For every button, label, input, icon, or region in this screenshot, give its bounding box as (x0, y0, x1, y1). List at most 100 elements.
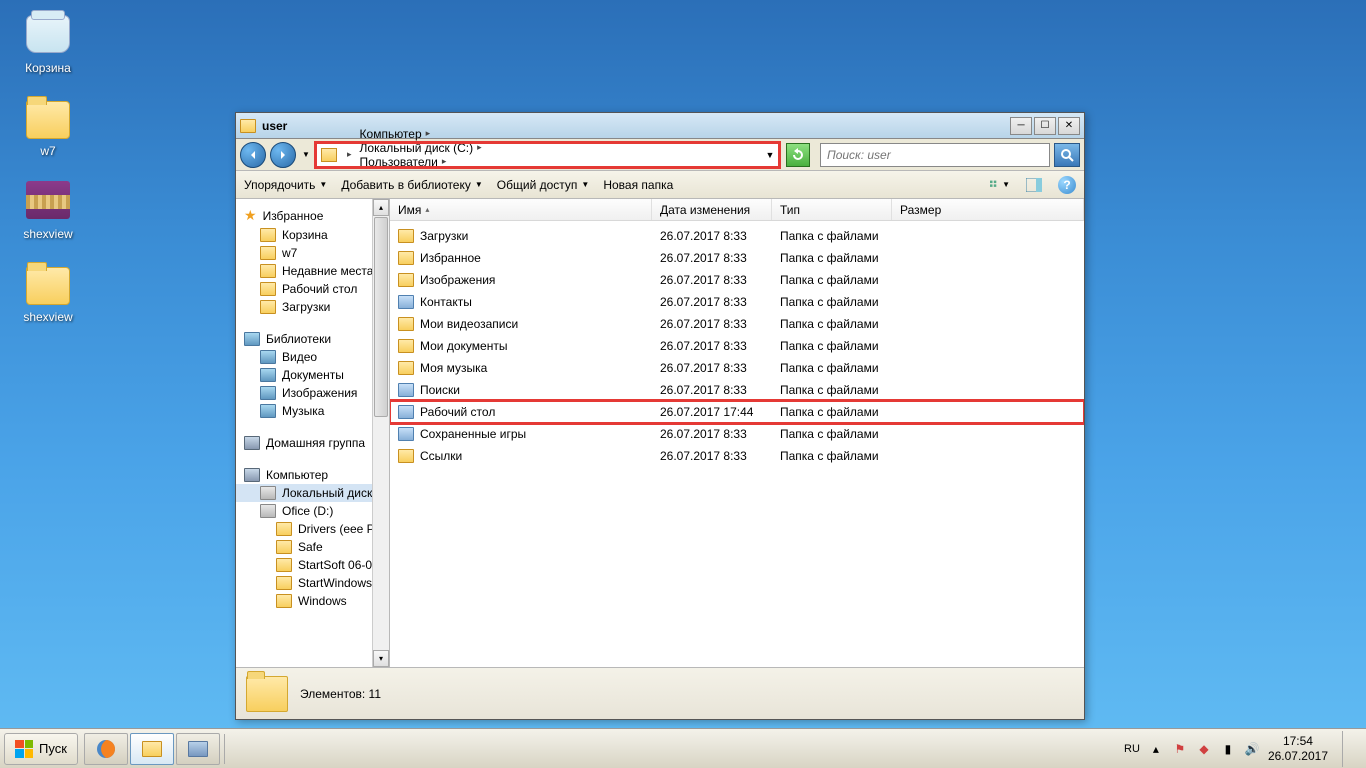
scroll-up-button[interactable]: ▴ (373, 199, 389, 216)
sidebar-group-head[interactable]: ★Избранное (236, 205, 389, 226)
sidebar-item[interactable]: Корзина (236, 226, 389, 244)
new-folder-button[interactable]: Новая папка (603, 178, 673, 192)
address-dropdown[interactable]: ▼ (762, 150, 778, 160)
file-row[interactable]: Моя музыка26.07.2017 8:33Папка с файлами (390, 357, 1084, 379)
sidebar-scrollbar[interactable]: ▴ ▾ (372, 199, 389, 667)
breadcrumb-root[interactable]: ▸ (341, 149, 358, 160)
system-tray: RU ▴ ⚑ ◆ ▮ 🔊 17:54 26.07.2017 (1124, 731, 1362, 767)
sidebar-group-head[interactable]: Домашняя группа (236, 434, 389, 452)
sidebar-item[interactable]: Windows (236, 592, 389, 610)
sidebar-item[interactable]: Локальный диск ( (236, 484, 389, 502)
scroll-down-button[interactable]: ▾ (373, 650, 389, 667)
sidebar-item[interactable]: w7 (236, 244, 389, 262)
search-input[interactable] (821, 148, 1049, 162)
history-dropdown[interactable]: ▼ (300, 142, 312, 168)
column-headers: Имя Дата изменения Тип Размер (390, 199, 1084, 221)
file-row[interactable]: Поиски26.07.2017 8:33Папка с файлами (390, 379, 1084, 401)
sidebar-item[interactable]: Изображения (236, 384, 389, 402)
nav-sidebar: ★ИзбранноеКорзинаw7Недавние местаРабочий… (236, 199, 390, 667)
desktop-icon-w7[interactable]: w7 (10, 93, 86, 158)
windows-logo-icon (15, 740, 33, 758)
sidebar-item[interactable]: Видео (236, 348, 389, 366)
folder-icon (398, 383, 414, 397)
sidebar-item[interactable]: StartWindows (236, 574, 389, 592)
folder-icon (398, 229, 414, 243)
sidebar-item[interactable]: StartSoft 06-06- (236, 556, 389, 574)
file-row[interactable]: Сохраненные игры26.07.2017 8:33Папка с ф… (390, 423, 1084, 445)
folder-icon (398, 427, 414, 441)
file-row[interactable]: Загрузки26.07.2017 8:33Папка с файлами (390, 225, 1084, 247)
clock[interactable]: 17:54 26.07.2017 (1268, 734, 1328, 763)
breadcrumb-item[interactable]: Локальный диск (C:)▸ (358, 141, 488, 155)
add-to-library-button[interactable]: Добавить в библиотеку▼ (341, 178, 482, 192)
address-bar[interactable]: ▸ Компьютер▸Локальный диск (C:)▸Пользова… (316, 143, 779, 167)
sidebar-group-head[interactable]: Компьютер (236, 466, 389, 484)
column-type[interactable]: Тип (772, 199, 892, 220)
file-row[interactable]: Контакты26.07.2017 8:33Папка с файлами (390, 291, 1084, 313)
taskbar-app[interactable] (176, 733, 220, 765)
folder-icon (321, 148, 337, 162)
sidebar-item[interactable]: Drivers (eee PC (236, 520, 389, 538)
share-button[interactable]: Общий доступ▼ (497, 178, 590, 192)
sidebar-item[interactable]: Музыка (236, 402, 389, 420)
nav-bar: ▼ ▸ Компьютер▸Локальный диск (C:)▸Пользо… (236, 139, 1084, 171)
maximize-button[interactable]: ☐ (1034, 117, 1056, 135)
clock-time: 17:54 (1268, 734, 1328, 748)
file-row[interactable]: Мои документы26.07.2017 8:33Папка с файл… (390, 335, 1084, 357)
file-row[interactable]: Избранное26.07.2017 8:33Папка с файлами (390, 247, 1084, 269)
forward-button[interactable] (270, 142, 296, 168)
preview-pane-button[interactable] (1024, 176, 1044, 194)
sidebar-item[interactable]: Ofice (D:) (236, 502, 389, 520)
sidebar-item[interactable]: Рабочий стол (236, 280, 389, 298)
column-size[interactable]: Размер (892, 199, 1084, 220)
column-date[interactable]: Дата изменения (652, 199, 772, 220)
folder-icon (398, 449, 414, 463)
network-icon[interactable]: ▮ (1220, 741, 1236, 757)
folder-icon (398, 273, 414, 287)
breadcrumb-item[interactable]: Пользователи▸ (358, 155, 488, 169)
status-text: Элементов: 11 (300, 687, 381, 701)
view-options-button[interactable]: ▼ (990, 176, 1010, 194)
action-center-icon[interactable]: ⚑ (1172, 741, 1188, 757)
tray-chevron-icon[interactable]: ▴ (1148, 741, 1164, 757)
column-name[interactable]: Имя (390, 199, 652, 220)
security-icon[interactable]: ◆ (1196, 741, 1212, 757)
taskbar-explorer[interactable] (130, 733, 174, 765)
sidebar-item[interactable]: Загрузки (236, 298, 389, 316)
explorer-window: user ─ ☐ ✕ ▼ ▸ Компьютер▸Локальный диск … (235, 112, 1085, 720)
folder-icon (240, 119, 256, 133)
refresh-button[interactable] (786, 143, 810, 167)
sidebar-item[interactable]: Недавние места (236, 262, 389, 280)
file-row[interactable]: Изображения26.07.2017 8:33Папка с файлам… (390, 269, 1084, 291)
folder-icon (398, 295, 414, 309)
scroll-thumb[interactable] (374, 217, 388, 417)
start-button[interactable]: Пуск (4, 733, 78, 765)
search-button[interactable] (1054, 143, 1080, 167)
file-row[interactable]: Ссылки26.07.2017 8:33Папка с файлами (390, 445, 1084, 467)
file-row[interactable]: Мои видеозаписи26.07.2017 8:33Папка с фа… (390, 313, 1084, 335)
desktop-icon-shexview[interactable]: shexview (10, 259, 86, 324)
help-button[interactable]: ? (1058, 176, 1076, 194)
search-box[interactable] (820, 143, 1050, 167)
taskbar-firefox[interactable] (84, 733, 128, 765)
desktop-icon-shexview[interactable]: shexview (10, 176, 86, 241)
folder-icon (246, 676, 288, 712)
folder-icon (398, 317, 414, 331)
organize-button[interactable]: Упорядочить▼ (244, 178, 327, 192)
back-button[interactable] (240, 142, 266, 168)
clock-date: 26.07.2017 (1268, 749, 1328, 763)
show-desktop-button[interactable] (1342, 731, 1356, 767)
start-label: Пуск (39, 741, 67, 756)
language-indicator[interactable]: RU (1124, 743, 1140, 755)
sidebar-group-head[interactable]: Библиотеки (236, 330, 389, 348)
minimize-button[interactable]: ─ (1010, 117, 1032, 135)
file-list[interactable]: Загрузки26.07.2017 8:33Папка с файламиИз… (390, 221, 1084, 667)
sidebar-item[interactable]: Safe (236, 538, 389, 556)
sidebar-item[interactable]: Документы (236, 366, 389, 384)
desktop-icon-корзина[interactable]: Корзина (10, 10, 86, 75)
folder-icon (398, 251, 414, 265)
file-row[interactable]: Рабочий стол26.07.2017 17:44Папка с файл… (390, 401, 1084, 423)
breadcrumb-item[interactable]: Компьютер▸ (358, 127, 488, 141)
volume-icon[interactable]: 🔊 (1244, 741, 1260, 757)
close-button[interactable]: ✕ (1058, 117, 1080, 135)
